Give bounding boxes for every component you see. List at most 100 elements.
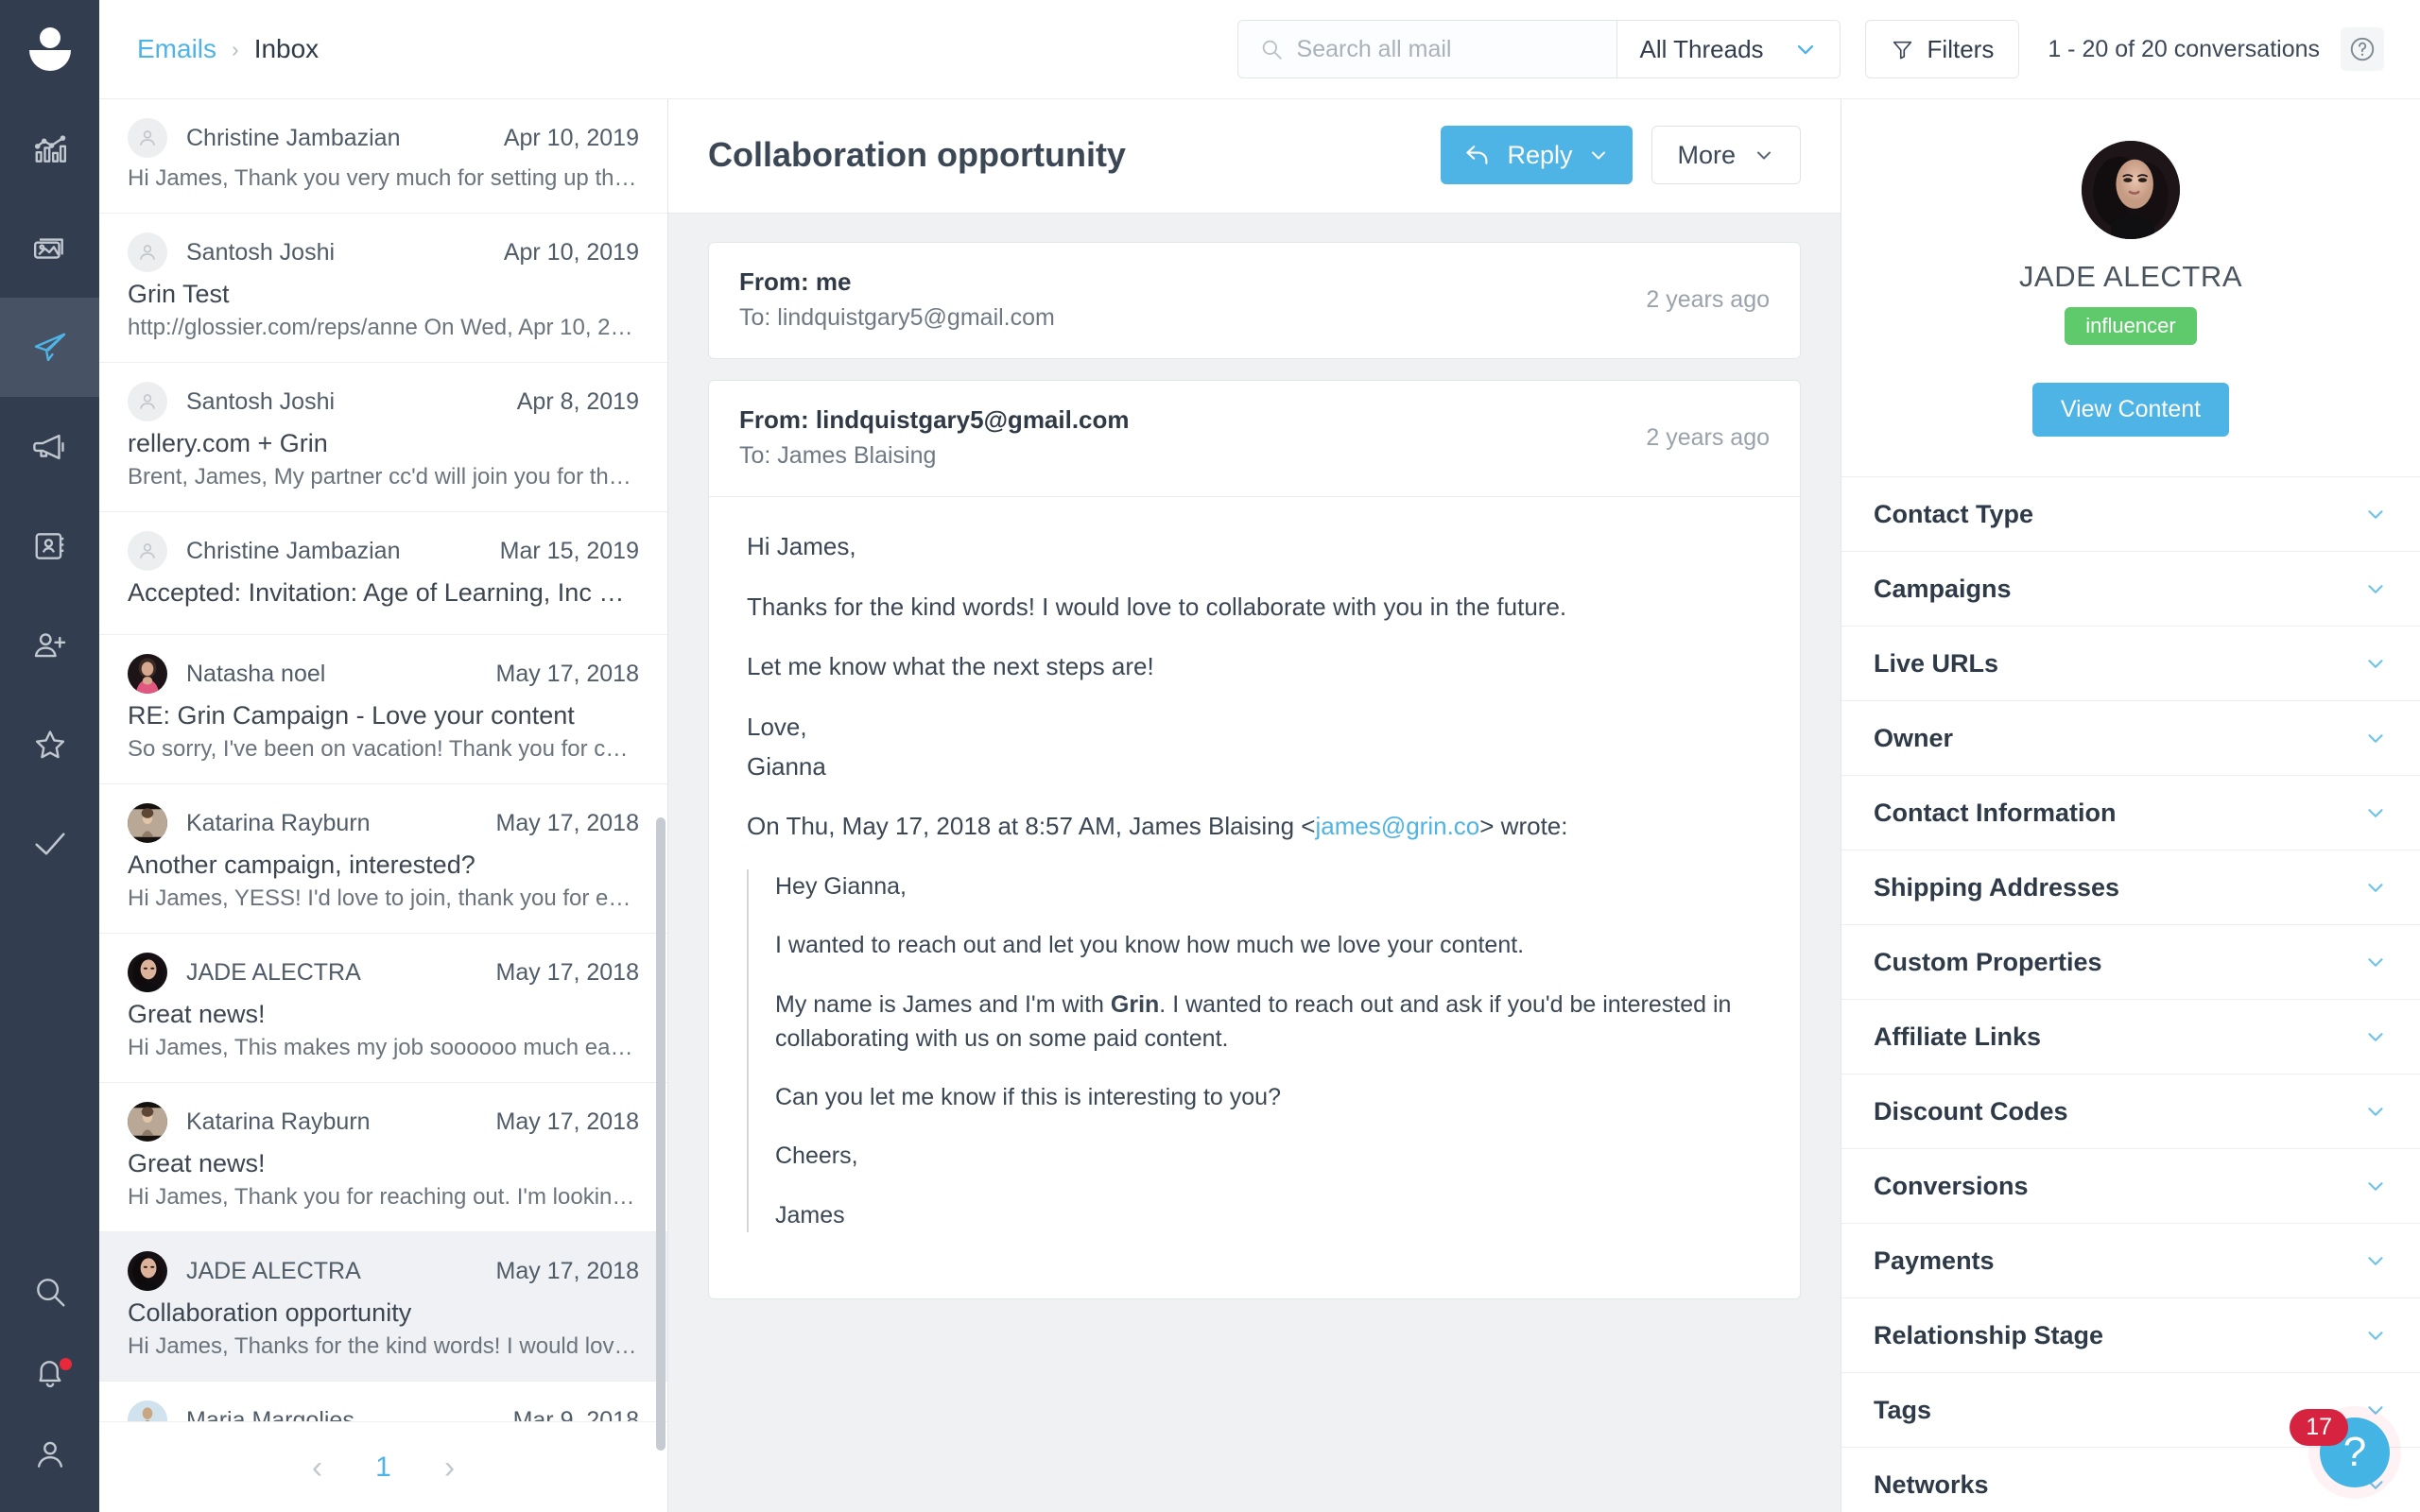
breadcrumb-inbox: Inbox: [253, 34, 320, 63]
email-date: Mar 9, 2018: [512, 1406, 639, 1422]
help-question-icon[interactable]: [2341, 27, 2384, 71]
email-preview: Hi James, Thanks for the kind words! I w…: [128, 1333, 639, 1359]
thread-filter-select[interactable]: All Threads: [1616, 21, 1840, 77]
email-list-item[interactable]: Christine Jambazian Apr 10, 2019 Hi James,…: [99, 99, 667, 214]
body-greeting: Hi James,: [747, 532, 856, 560]
grin-logo[interactable]: [0, 0, 99, 99]
chevron-down-icon: [1797, 44, 1813, 55]
body-signoff-1: Love,: [747, 713, 807, 742]
contact-section-row[interactable]: Custom Properties: [1841, 924, 2420, 999]
notification-dot: [58, 1356, 74, 1372]
avatar: [128, 531, 167, 571]
email-preview: Hi James, Thank you for reaching out. I'…: [128, 1184, 639, 1210]
contact-section-row[interactable]: Discount Codes: [1841, 1074, 2420, 1148]
quote-greeting: Hey Gianna,: [775, 873, 907, 901]
rail-item-contacts[interactable]: [0, 496, 99, 595]
email-preview: So sorry, I've been on vacation! Thank y…: [128, 736, 639, 762]
rail-account-icon[interactable]: [0, 1414, 99, 1495]
email-list-item[interactable]: JADE ALECTRA May 17, 2018 Collaboration op…: [99, 1232, 667, 1382]
contact-section-title: Conversions: [1874, 1171, 2029, 1200]
avatar: [128, 232, 167, 272]
quote-brand-name: Grin: [1110, 990, 1160, 1018]
pagination-next[interactable]: ›: [444, 1452, 455, 1484]
contact-section-title: Contact Type: [1874, 499, 2034, 528]
contact-section-row[interactable]: Contact Information: [1841, 775, 2420, 850]
contact-hero: JADE ALECTRA influencer View Content: [1841, 99, 2420, 476]
email-list-item[interactable]: Christine Jambazian Mar 15, 2019 Accepted:…: [99, 512, 667, 635]
contact-section-title: Payments: [1874, 1246, 1995, 1275]
contact-section-row[interactable]: Relationship Stage: [1841, 1297, 2420, 1372]
rail-item-campaigns[interactable]: [0, 397, 99, 496]
email-list-item[interactable]: Katarina Rayburn May 17, 2018 Another camp…: [99, 784, 667, 934]
rail-item-prospects[interactable]: [0, 595, 99, 695]
email-sender: Santosh Joshi: [186, 238, 336, 266]
help-fab-glyph: ?: [2342, 1429, 2367, 1475]
contact-section-row[interactable]: Owner: [1841, 700, 2420, 775]
contact-section-row[interactable]: Shipping Addresses: [1841, 850, 2420, 924]
chevron-down-icon: [2368, 1033, 2383, 1041]
avatar: [128, 654, 167, 694]
pagination-prev[interactable]: ‹: [312, 1452, 322, 1484]
email-list-scrollbar[interactable]: [656, 817, 666, 1451]
email-list-item[interactable]: Santosh Joshi Apr 10, 2019 Grin Test http:/…: [99, 214, 667, 363]
pagination-page-1[interactable]: 1: [375, 1452, 391, 1484]
email-list-item[interactable]: JADE ALECTRA May 17, 2018 Great news! Hi Ja…: [99, 934, 667, 1083]
chevron-down-icon: [2368, 884, 2383, 892]
contact-section-row[interactable]: Payments: [1841, 1223, 2420, 1297]
email-list-scroll[interactable]: Christine Jambazian Apr 10, 2019 Hi James,…: [99, 99, 667, 1421]
message-header: From: me To: lindquistgary5@gmail.com 2 …: [709, 243, 1800, 358]
email-item-top: JADE ALECTRA May 17, 2018: [128, 1251, 639, 1291]
rail-bell-icon[interactable]: [0, 1332, 99, 1414]
rail-item-content[interactable]: [0, 198, 99, 298]
rail-search-icon[interactable]: [0, 1251, 99, 1332]
email-subject: RE: Grin Campaign - Love your content: [128, 701, 575, 730]
email-preview: Brent, James, My partner cc'd will join …: [128, 464, 639, 490]
email-list-item[interactable]: Natasha noel May 17, 2018 RE: Grin Campaig…: [99, 635, 667, 784]
email-list-pane: Christine Jambazian Apr 10, 2019 Hi James,…: [99, 99, 668, 1512]
message-card[interactable]: From: me To: lindquistgary5@gmail.com 2 …: [708, 242, 1801, 359]
conversation-header: Collaboration opportunity Reply More: [668, 99, 1841, 214]
contact-section-row[interactable]: Conversions: [1841, 1148, 2420, 1223]
view-content-button[interactable]: View Content: [2031, 383, 2230, 437]
rail-item-tasks[interactable]: [0, 794, 99, 893]
email-item-top: JADE ALECTRA May 17, 2018: [128, 953, 639, 992]
help-fab-button[interactable]: ? 17: [2290, 1409, 2390, 1487]
contact-section-row[interactable]: Live URLs: [1841, 626, 2420, 700]
quote-attr-suffix: > wrote:: [1479, 812, 1568, 841]
contact-section-row[interactable]: Campaigns: [1841, 551, 2420, 626]
more-button[interactable]: More: [1651, 126, 1801, 184]
quote-p2-a: My name is James and I'm with: [775, 990, 1111, 1018]
filters-button[interactable]: Filters: [1864, 20, 2020, 78]
breadcrumb-emails[interactable]: Emails: [137, 34, 216, 64]
message-card[interactable]: From: lindquistgary5@gmail.com To: James…: [708, 380, 1801, 1299]
app-root: Emails › Inbox All Threads: [0, 0, 2420, 1512]
email-subject: Accepted: Invitation: Age of Learning, I…: [128, 578, 639, 607]
contact-section-title: Discount Codes: [1874, 1096, 2068, 1125]
email-date: Apr 10, 2019: [503, 238, 639, 266]
message-header: From: lindquistgary5@gmail.com To: James…: [709, 381, 1800, 496]
chevron-down-icon: [2368, 809, 2383, 817]
search-box[interactable]: [1238, 21, 1616, 77]
contact-avatar: [2082, 141, 2180, 239]
help-widget: ? 17: [2290, 1409, 2390, 1487]
chevron-down-icon: [2368, 1332, 2383, 1340]
quote-email-link[interactable]: james@grin.co: [1315, 812, 1479, 840]
left-nav-rail: [0, 0, 99, 1512]
contact-section-title: Owner: [1874, 723, 1954, 752]
search-input[interactable]: [1296, 35, 1603, 63]
email-sender: JADE ALECTRA: [186, 958, 361, 986]
rail-item-reports[interactable]: [0, 99, 99, 198]
reply-button[interactable]: Reply: [1441, 126, 1634, 184]
email-list-item[interactable]: Maria MargoliesMar 9, 2018Another campai…: [99, 1382, 667, 1421]
rail-item-emails[interactable]: [0, 298, 99, 397]
email-subject: Another campaign, interested?: [128, 850, 475, 879]
contact-section-row[interactable]: Contact Type: [1841, 476, 2420, 551]
avatar: [128, 1400, 167, 1421]
message-from: From: lindquistgary5@gmail.com: [739, 405, 1130, 434]
contact-detail-pane: JADE ALECTRA influencer View Content Con…: [1841, 99, 2420, 1512]
rail-item-favorites[interactable]: [0, 695, 99, 794]
contact-section-row[interactable]: Affiliate Links: [1841, 999, 2420, 1074]
email-list-item[interactable]: Katarina Rayburn May 17, 2018 Great news! H…: [99, 1083, 667, 1232]
email-list-item[interactable]: Santosh Joshi Apr 8, 2019 rellery.com + Gr…: [99, 363, 667, 512]
conversation-pane: Collaboration opportunity Reply More Fro…: [668, 99, 1841, 1512]
